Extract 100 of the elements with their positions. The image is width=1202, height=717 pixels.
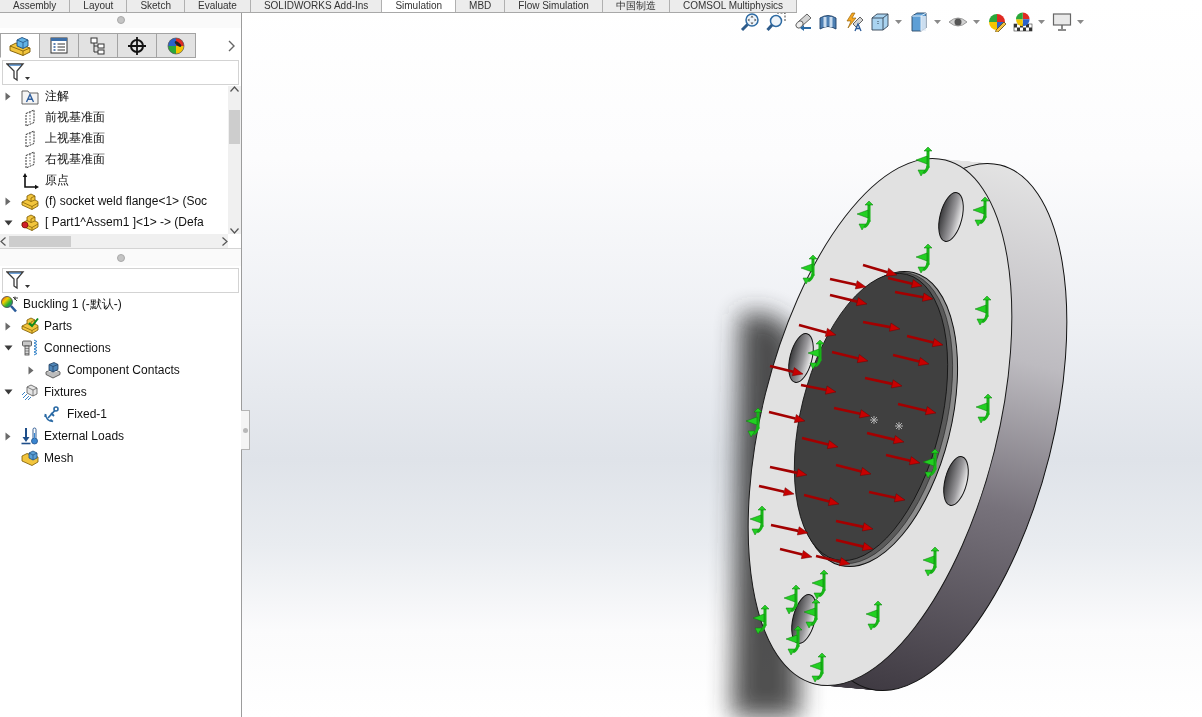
ribbon-tab[interactable]: Simulation [382, 0, 457, 12]
tree-item[interactable]: External Loads [44, 428, 125, 444]
force-arrow [906, 334, 944, 347]
shaded-box-icon[interactable] [909, 12, 929, 32]
fixture-arrow-icon [749, 505, 767, 536]
color-ball-checker-icon[interactable] [1013, 12, 1033, 32]
ribbon-tab[interactable]: COMSOL Multiphysics [669, 0, 798, 12]
caret-right-icon[interactable] [28, 365, 34, 375]
caret-right-icon[interactable] [5, 197, 11, 206]
filter-field[interactable] [2, 60, 239, 85]
origin-axes-icon [21, 171, 39, 190]
fixture-arrow-icon [800, 254, 818, 285]
ribbon-tab[interactable]: Sketch [127, 0, 185, 12]
bolt-hole [788, 333, 814, 383]
color-ball-pencil-icon[interactable] [987, 12, 1007, 32]
caret-right-icon[interactable] [5, 321, 11, 331]
load-thermometer-icon [21, 427, 39, 445]
fixture-arrow-icon [974, 295, 992, 326]
caret-down-icon[interactable] [3, 389, 13, 395]
filter-icon[interactable] [6, 63, 30, 82]
tree-item[interactable]: 原点 [45, 173, 69, 188]
tree-item[interactable]: Buckling 1 (-默认-) [23, 296, 122, 312]
tree-item[interactable]: Parts [44, 318, 72, 334]
force-arrow [894, 290, 934, 302]
horizontal-scrollbar[interactable] [0, 234, 228, 248]
force-arrow [768, 410, 806, 423]
force-arrow [829, 277, 867, 290]
dropdown-caret-icon[interactable] [934, 20, 941, 24]
fixture-arrow-icon [865, 600, 883, 631]
color-ball-icon [166, 35, 186, 56]
force-arrow [769, 465, 808, 478]
filter-field[interactable] [2, 268, 239, 293]
force-arrow [866, 431, 905, 444]
force-arrow [798, 323, 837, 337]
tree-item[interactable]: [ Part1^Assem1 ]<1> -> (Defa [45, 215, 204, 230]
force-arrow [770, 523, 809, 536]
panel-tab[interactable] [156, 33, 196, 58]
bolt-spring-icon [21, 339, 39, 357]
cube-icon[interactable] [870, 12, 890, 32]
ribbon-tab[interactable]: Layout [70, 0, 128, 12]
monitor-icon[interactable] [1052, 12, 1072, 32]
ribbon-tab[interactable]: 中国制造 [602, 0, 670, 12]
force-arrow [829, 293, 868, 306]
asterisk-icon [894, 421, 904, 431]
caret-down-icon[interactable] [3, 219, 13, 226]
splitter-handle[interactable] [116, 16, 125, 24]
zoom-to-area-icon[interactable] [766, 12, 786, 32]
chevron-right-icon[interactable] [228, 39, 235, 52]
fixture-block-icon [21, 383, 39, 401]
fixture-arrow-icon [915, 243, 933, 274]
cylinder-arrow-icon[interactable] [792, 12, 812, 32]
force-arrow [835, 519, 874, 532]
tree-item[interactable]: Component Contacts [67, 362, 180, 378]
zoom-to-fit-icon[interactable] [740, 12, 760, 32]
caret-right-icon[interactable] [5, 92, 11, 101]
lightning-cylinder-icon[interactable] [844, 12, 864, 32]
ribbon-tab[interactable]: SOLIDWORKS Add-Ins [250, 0, 383, 12]
force-arrow [831, 350, 869, 363]
tree-item[interactable]: Mesh [44, 450, 74, 466]
force-arrow [862, 320, 901, 332]
configuration-tree-icon [90, 36, 106, 55]
force-arrow [833, 406, 871, 419]
caret-right-icon[interactable] [5, 431, 11, 441]
part-cube-icon [9, 35, 31, 56]
asterisk-icon [869, 415, 879, 425]
tree-item[interactable]: Connections [44, 340, 111, 356]
fixture-arrow-icon [856, 200, 874, 231]
tree-item[interactable]: 前视基准面 [45, 110, 105, 125]
annotation-folder-icon [21, 87, 39, 106]
dropdown-caret-icon[interactable] [1038, 20, 1045, 24]
bolt-hole [938, 192, 964, 242]
caret-down-icon[interactable] [3, 345, 13, 351]
tree-item[interactable]: 右视基准面 [45, 152, 105, 167]
tree-item[interactable]: Fixtures [44, 384, 87, 400]
force-arrow [800, 383, 837, 395]
filter-icon[interactable] [6, 271, 30, 290]
dropdown-caret-icon[interactable] [1077, 20, 1084, 24]
ribbon-tab[interactable]: Evaluate [184, 0, 251, 12]
dropdown-caret-icon[interactable] [973, 20, 980, 24]
tree-item[interactable]: Fixed-1 [67, 406, 107, 422]
tree-item[interactable]: 注解 [45, 89, 69, 104]
ribbon-tab[interactable]: Flow Simulation [505, 0, 603, 12]
fixture-arrow-icon [752, 604, 770, 635]
fixture-arrow-icon [915, 146, 933, 177]
panel-tab[interactable] [117, 33, 157, 58]
vertical-scrollbar[interactable] [228, 86, 241, 234]
contact-blocks-icon [44, 361, 62, 379]
splitter-handle[interactable] [116, 253, 125, 262]
fixture-arrow-icon [809, 652, 827, 683]
ribbon-tab[interactable]: Assembly [0, 0, 71, 12]
dropdown-caret-icon[interactable] [895, 20, 902, 24]
scroll-thumb[interactable] [9, 235, 71, 247]
fixture-arrow-icon [972, 196, 990, 227]
ribbon-tab[interactable]: MBD [456, 0, 506, 12]
fixture-arrow-icon [807, 339, 825, 370]
section-cylinder-icon[interactable] [818, 12, 838, 32]
anchor-icon [44, 405, 62, 423]
tree-item[interactable]: (f) socket weld flange<1> (Soc [45, 194, 208, 209]
scroll-thumb[interactable] [229, 110, 240, 144]
tree-item[interactable]: 上视基准面 [45, 131, 105, 146]
